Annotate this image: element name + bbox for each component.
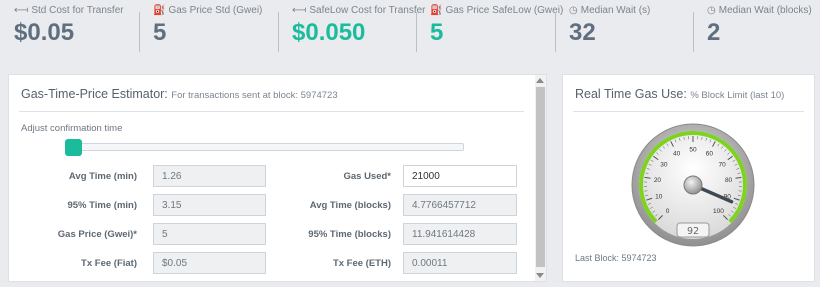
stat-value: 5 [153, 19, 167, 46]
stat-value: 32 [569, 19, 596, 46]
field-label-gas-used: Gas Used* [343, 171, 391, 182]
scrollbar-thumb[interactable] [536, 87, 545, 267]
field-label-tx-fee-eth: Tx Fee (ETH) [332, 258, 391, 269]
stats-bar: ⟻ Std Cost for Transfer $0.05 ⛽ Gas Price … [0, 0, 820, 62]
gauge-tick-label: 60 [706, 150, 714, 157]
field-label-avg-time-blocks: Avg Time (blocks) [309, 200, 391, 211]
field-label-95-time-min: 95% Time (min) [67, 200, 137, 211]
clock-icon: ◷ [569, 5, 578, 16]
stat-gas-price-safelow: ⛽ Gas Price SafeLow (Gwei) 5 [416, 5, 563, 57]
gauge-tick-label: 80 [725, 177, 733, 184]
stat-value: $0.050 [292, 19, 366, 46]
stat-label: Gas Price SafeLow (Gwei) [445, 5, 564, 16]
stat-label: Std Cost for Transfer [31, 5, 124, 16]
stat-std-cost: ⟻ Std Cost for Transfer $0.05 [0, 5, 124, 57]
stat-value: 2 [707, 19, 721, 46]
panel-divider [573, 111, 804, 112]
gauge-tick-label: 10 [655, 194, 663, 201]
transfer-icon: ⟻ [292, 5, 307, 16]
stat-value: $0.05 [14, 19, 75, 46]
adjust-confirmation-label: Adjust confirmation time [21, 123, 123, 134]
avg-time-min-field: 1.26 [153, 165, 266, 187]
gauge-tick-label: 0 [666, 208, 670, 215]
last-block-label: Last Block: 5974723 [575, 253, 657, 263]
gas-use-panel: Real Time Gas Use: % Block Limit (last 1… [562, 74, 815, 282]
field-label-tx-fee-fiat: Tx Fee (Fiat) [81, 258, 137, 269]
stat-median-wait-blocks: ◷ Median Wait (blocks) 2 [693, 5, 812, 57]
confirmation-time-slider[interactable] [65, 143, 464, 151]
tx-fee-eth-field: 0.00011 [403, 252, 517, 274]
gas-use-title: Real Time Gas Use: % Block Limit (last 1… [575, 87, 785, 101]
gauge-tick-label: 30 [660, 161, 668, 168]
estimator-panel: Gas-Time-Price Estimator: For transactio… [8, 74, 547, 282]
estimator-title: Gas-Time-Price Estimator: For transactio… [21, 87, 338, 101]
estimator-subtitle: For transactions sent at block: 5974723 [171, 90, 338, 101]
slider-handle[interactable] [65, 139, 82, 156]
gauge-hub [683, 175, 703, 195]
gauge-tick-label: 70 [719, 161, 727, 168]
stat-label: Gas Price Std (Gwei) [168, 5, 263, 16]
scrollbar[interactable] [535, 75, 546, 281]
gauge-tick-label: 20 [654, 177, 662, 184]
scroll-down-arrow-icon[interactable] [536, 273, 544, 278]
scroll-up-arrow-icon[interactable] [536, 78, 544, 83]
stat-value: 5 [430, 19, 444, 46]
95-time-blocks-field: 11.941614428 [403, 223, 517, 245]
gas-use-gauge: 0102030405060708090100 92 [631, 123, 755, 247]
gauge-tick-label: 50 [689, 147, 697, 154]
gas-used-input[interactable]: 21000 [403, 165, 517, 187]
gauge-tick-label: 40 [673, 150, 681, 157]
95-time-min-field: 3.15 [153, 194, 266, 216]
stat-safelow-cost: ⟻ SafeLow Cost for Transfer $0.050 [278, 5, 426, 57]
gauge-tick-label: 100 [713, 208, 724, 215]
transfer-icon: ⟻ [14, 5, 29, 16]
gauge-display-value: 92 [687, 226, 699, 237]
panel-divider [19, 111, 524, 112]
stat-median-wait-s: ◷ Median Wait (s) 32 [555, 5, 650, 57]
stat-gas-price-std: ⛽ Gas Price Std (Gwei) 5 [139, 5, 262, 57]
gas-pump-icon: ⛽ [430, 5, 443, 16]
avg-time-blocks-field: 4.7766457712 [403, 194, 517, 216]
gas-use-subtitle: % Block Limit (last 10) [690, 90, 785, 101]
gas-pump-icon: ⛽ [153, 5, 166, 16]
field-label-95-time-blocks: 95% Time (blocks) [308, 229, 391, 240]
field-label-gas-price: Gas Price (Gwei)* [57, 229, 137, 240]
stat-label: Median Wait (s) [580, 5, 651, 16]
tx-fee-fiat-field: $0.05 [153, 252, 266, 274]
clock-icon: ◷ [707, 5, 716, 16]
gas-price-input[interactable]: 5 [153, 223, 266, 245]
stat-label: Median Wait (blocks) [718, 5, 812, 16]
stat-label: SafeLow Cost for Transfer [309, 5, 426, 16]
field-label-avg-time-min: Avg Time (min) [68, 171, 137, 182]
